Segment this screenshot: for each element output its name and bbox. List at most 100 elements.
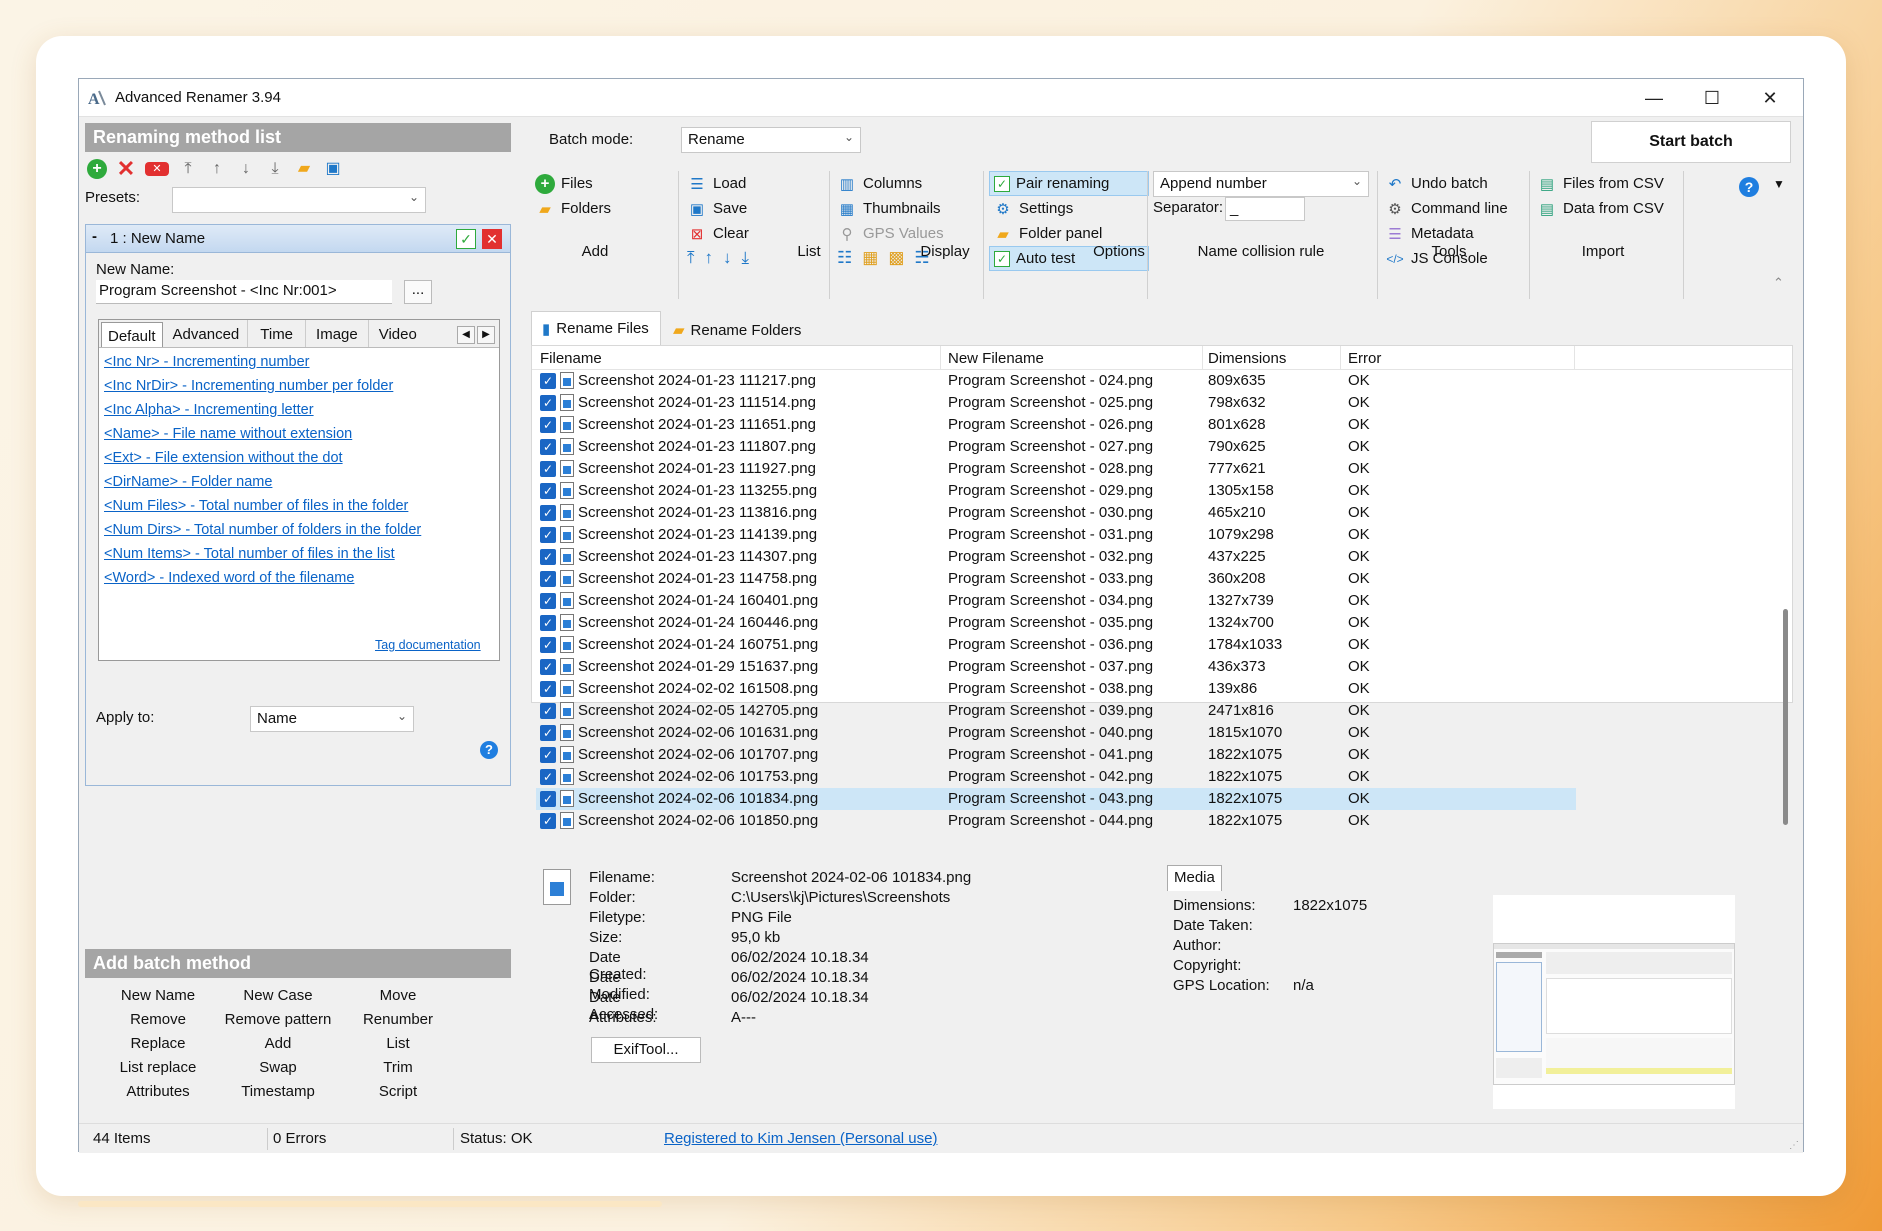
table-row[interactable]: ✓ Screenshot 2024-01-23 114758.png Program… (536, 568, 1576, 590)
tab-rename-folders[interactable]: ▰ Rename Folders (665, 315, 809, 345)
move-top-icon[interactable]: ⤒ (178, 159, 198, 179)
help-icon[interactable]: ? (480, 741, 498, 759)
column-divider[interactable] (1340, 346, 1341, 370)
batch-method-list[interactable]: List (338, 1035, 458, 1052)
row-checkbox-icon[interactable]: ✓ (540, 483, 556, 499)
table-row[interactable]: ✓ Screenshot 2024-01-23 111807.png Program… (536, 436, 1576, 458)
remove-method-icon[interactable]: ✕ (482, 229, 502, 249)
clear-list-button[interactable]: ⊠ Clear (687, 221, 749, 246)
table-row[interactable]: ✓ Screenshot 2024-01-24 160446.png Program… (536, 612, 1576, 634)
data-from-csv-button[interactable]: ▤ Data from CSV (1537, 196, 1664, 221)
open-folder-icon[interactable]: ▰ (294, 159, 314, 179)
maximize-button[interactable]: ☐ (1683, 79, 1741, 117)
table-row[interactable]: ✓ Screenshot 2024-02-06 101834.png Program… (536, 788, 1576, 810)
table-row[interactable]: ✓ Screenshot 2024-01-23 113816.png Program… (536, 502, 1576, 524)
column-divider[interactable] (1574, 346, 1575, 370)
batch-method-script[interactable]: Script (338, 1083, 458, 1100)
move-down-icon[interactable]: ↓ (723, 248, 732, 268)
batch-method-new-name[interactable]: New Name (98, 987, 218, 1004)
row-checkbox-icon[interactable]: ✓ (540, 373, 556, 389)
column-new-filename[interactable]: New Filename (948, 350, 1044, 367)
row-checkbox-icon[interactable]: ✓ (540, 417, 556, 433)
row-checkbox-icon[interactable]: ✓ (540, 725, 556, 741)
row-checkbox-icon[interactable]: ✓ (540, 615, 556, 631)
table-row[interactable]: ✓ Screenshot 2024-02-06 101850.png Program… (536, 810, 1576, 832)
undo-batch-button[interactable]: ↶ Undo batch (1385, 171, 1508, 196)
move-bottom-icon[interactable]: ⤓ (265, 159, 285, 179)
move-down-icon[interactable]: ↓ (236, 159, 256, 179)
new-name-input[interactable]: Program Screenshot - <Inc Nr:001> (96, 280, 392, 304)
batch-mode-select[interactable]: Rename ⌄ (681, 127, 861, 153)
batch-method-swap[interactable]: Swap (218, 1059, 338, 1076)
presets-select[interactable]: ⌄ (172, 187, 426, 213)
table-row[interactable]: ✓ Screenshot 2024-02-06 101707.png Program… (536, 744, 1576, 766)
batch-method-new-case[interactable]: New Case (218, 987, 338, 1004)
row-checkbox-icon[interactable]: ✓ (540, 395, 556, 411)
tab-rename-files[interactable]: ▮ Rename Files (531, 311, 661, 345)
save-disk-icon[interactable]: ▣ (323, 159, 343, 179)
table-row[interactable]: ✓ Screenshot 2024-01-23 111217.png Program… (536, 370, 1576, 392)
apply-to-select[interactable]: Name ⌄ (250, 706, 414, 732)
tab-default[interactable]: Default (101, 322, 163, 347)
column-error[interactable]: Error (1348, 350, 1381, 367)
table-row[interactable]: ✓ Screenshot 2024-01-23 114307.png Program… (536, 546, 1576, 568)
tag-link-num-files[interactable]: <Num Files> - Total number of files in t… (104, 498, 421, 522)
row-checkbox-icon[interactable]: ✓ (540, 637, 556, 653)
batch-method-trim[interactable]: Trim (338, 1059, 458, 1076)
dropdown-arrow-icon[interactable]: ▼ (1773, 177, 1785, 191)
thumbnails-button[interactable]: ▦ Thumbnails (837, 196, 944, 221)
row-checkbox-icon[interactable]: ✓ (540, 791, 556, 807)
tag-link-inc-alpha[interactable]: <Inc Alpha> - Incrementing letter (104, 402, 421, 426)
move-top-icon[interactable]: ⤒ (687, 248, 695, 268)
remove-all-icon[interactable]: ✕ (145, 162, 169, 176)
batch-method-timestamp[interactable]: Timestamp (218, 1083, 338, 1100)
row-checkbox-icon[interactable]: ✓ (540, 747, 556, 763)
pair-renaming-toggle[interactable]: ✓ Pair renaming (989, 171, 1149, 196)
collision-rule-select[interactable]: Append number ⌄ (1153, 171, 1369, 197)
method-title-bar[interactable]: - 1 : New Name ✓ ✕ (86, 225, 510, 253)
tab-image[interactable]: Image (306, 320, 369, 347)
table-row[interactable]: ✓ Screenshot 2024-01-23 111514.png Program… (536, 392, 1576, 414)
tag-link-word[interactable]: <Word> - Indexed word of the filename (104, 570, 421, 594)
table-row[interactable]: ✓ Screenshot 2024-01-23 111651.png Program… (536, 414, 1576, 436)
row-checkbox-icon[interactable]: ✓ (540, 571, 556, 587)
column-dimensions[interactable]: Dimensions (1208, 350, 1286, 367)
separator-input[interactable]: _ (1225, 197, 1305, 221)
batch-method-move[interactable]: Move (338, 987, 458, 1004)
start-batch-button[interactable]: Start batch (1591, 121, 1791, 163)
table-row[interactable]: ✓ Screenshot 2024-02-06 101631.png Program… (536, 722, 1576, 744)
tab-advanced[interactable]: Advanced (165, 320, 249, 347)
row-checkbox-icon[interactable]: ✓ (540, 813, 556, 829)
enable-check-icon[interactable]: ✓ (456, 229, 476, 249)
collapse-icon[interactable]: - (92, 228, 97, 245)
tab-time[interactable]: Time (248, 320, 307, 347)
tag-link-num-dirs[interactable]: <Num Dirs> - Total number of folders in … (104, 522, 421, 546)
save-list-button[interactable]: ▣ Save (687, 196, 749, 221)
add-files-button[interactable]: + Files (535, 171, 611, 196)
table-row[interactable]: ✓ Screenshot 2024-01-23 114139.png Program… (536, 524, 1576, 546)
row-checkbox-icon[interactable]: ✓ (540, 703, 556, 719)
column-filename[interactable]: Filename (540, 350, 602, 367)
tag-link-ext[interactable]: <Ext> - File extension without the dot (104, 450, 421, 474)
row-checkbox-icon[interactable]: ✓ (540, 769, 556, 785)
table-row[interactable]: ✓ Screenshot 2024-02-06 101753.png Program… (536, 766, 1576, 788)
move-bottom-icon[interactable]: ⤓ (742, 248, 750, 268)
batch-method-attributes[interactable]: Attributes (98, 1083, 218, 1100)
move-up-icon[interactable]: ↑ (705, 248, 714, 268)
tab-scroll-left-icon[interactable]: ◀ (457, 326, 475, 344)
tab-scroll-right-icon[interactable]: ▶ (477, 326, 495, 344)
tag-link-name[interactable]: <Name> - File name without extension (104, 426, 421, 450)
row-checkbox-icon[interactable]: ✓ (540, 527, 556, 543)
settings-button[interactable]: ⚙ Settings (989, 196, 1149, 221)
small-icons-view-icon[interactable]: ▦ (862, 248, 878, 268)
registration-link[interactable]: Registered to Kim Jensen (Personal use) (664, 1130, 937, 1147)
columns-button[interactable]: ▥ Columns (837, 171, 944, 196)
batch-method-add[interactable]: Add (218, 1035, 338, 1052)
add-method-icon[interactable]: + (87, 159, 107, 179)
batch-method-remove-pattern[interactable]: Remove pattern (218, 1011, 338, 1028)
table-row[interactable]: ✓ Screenshot 2024-02-05 142705.png Program… (536, 700, 1576, 722)
row-checkbox-icon[interactable]: ✓ (540, 439, 556, 455)
add-folders-button[interactable]: ▰ Folders (535, 196, 611, 221)
tag-link-inc-nr[interactable]: <Inc Nr> - Incrementing number (104, 354, 421, 378)
batch-method-list-replace[interactable]: List replace (98, 1059, 218, 1076)
